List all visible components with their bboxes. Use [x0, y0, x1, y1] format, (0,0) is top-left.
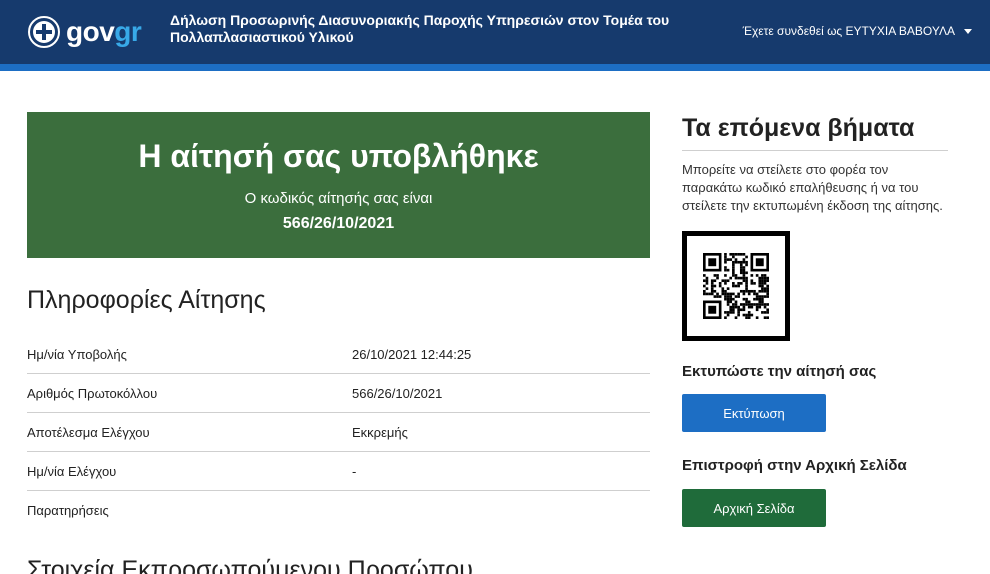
- user-menu-dropdown[interactable]: Έχετε συνδεθεί ως ΕΥΤΥΧΙΑ ΒΑΒΟΥΛΑ: [743, 24, 972, 38]
- row-value: Εκκρεμής: [352, 424, 408, 440]
- success-panel: Η αίτησή σας υποβλήθηκε Ο κωδικός αίτησή…: [27, 112, 650, 258]
- user-label: Έχετε συνδεθεί ως ΕΥΤΥΧΙΑ ΒΑΒΟΥΛΑ: [742, 24, 955, 38]
- row-label: Αποτέλεσμα Ελέγχου: [27, 424, 150, 440]
- home-button[interactable]: Αρχική Σελίδα: [682, 489, 826, 527]
- next-steps-description: Μπορείτε να στείλετε στο φορέα τον παρακ…: [682, 162, 943, 213]
- qr-code-icon: [682, 231, 790, 341]
- next-steps-title: Τα επόμενα βήματα: [682, 112, 948, 151]
- greek-emblem-icon: [28, 16, 60, 48]
- header-accent-stripe: [0, 64, 990, 71]
- home-heading: Επιστροφή στην Αρχική Σελίδα: [682, 457, 907, 474]
- info-section-title: Πληροφορίες Αίτησης: [27, 286, 266, 314]
- row-label: Παρατηρήσεις: [27, 503, 109, 518]
- table-row: Ημ/νία Ελέγχου -: [27, 452, 650, 491]
- row-value: -: [352, 463, 357, 479]
- application-code: 566/26/10/2021: [282, 215, 395, 232]
- service-title: Δήλωση Προσωρινής Διασυνοριακής Παροχής …: [170, 12, 670, 45]
- table-row: Παρατηρήσεις: [27, 491, 650, 530]
- govgr-logo[interactable]: govgr: [28, 14, 142, 50]
- print-heading: Εκτυπώστε την αίτησή σας: [682, 363, 877, 380]
- info-table: Ημ/νία Υποβολής 26/10/2021 12:44:25 Αριθ…: [27, 335, 650, 530]
- row-value: 566/26/10/2021: [352, 385, 443, 401]
- row-value: 26/10/2021 12:44:25: [352, 346, 472, 362]
- row-label: Ημ/νία Ελέγχου: [27, 463, 117, 479]
- next-steps-sidebar: Τα επόμενα βήματα Μπορείτε να στείλετε σ…: [682, 112, 948, 527]
- row-label: Αριθμός Πρωτοκόλλου: [27, 385, 158, 401]
- table-row: Αποτέλεσμα Ελέγχου Εκκρεμής: [27, 413, 650, 452]
- success-title: Η αίτησή σας υποβλήθηκε: [138, 138, 539, 174]
- representative-section-title: Στοιχεία Εκπροσωπούμενου Προσώπου: [27, 556, 473, 574]
- caret-down-icon: [964, 28, 972, 34]
- print-button[interactable]: Εκτύπωση: [682, 394, 826, 432]
- table-row: Αριθμός Πρωτοκόλλου 566/26/10/2021: [27, 374, 650, 413]
- logo-wordmark: govgr: [66, 16, 142, 47]
- top-header: govgr Δήλωση Προσωρινής Διασυνοριακής Πα…: [0, 0, 990, 64]
- table-row: Ημ/νία Υποβολής 26/10/2021 12:44:25: [27, 335, 650, 374]
- qr-code-graphic: [703, 253, 769, 319]
- success-subtitle: Ο κωδικός αίτησής σας είναι: [244, 190, 433, 207]
- row-label: Ημ/νία Υποβολής: [27, 346, 127, 362]
